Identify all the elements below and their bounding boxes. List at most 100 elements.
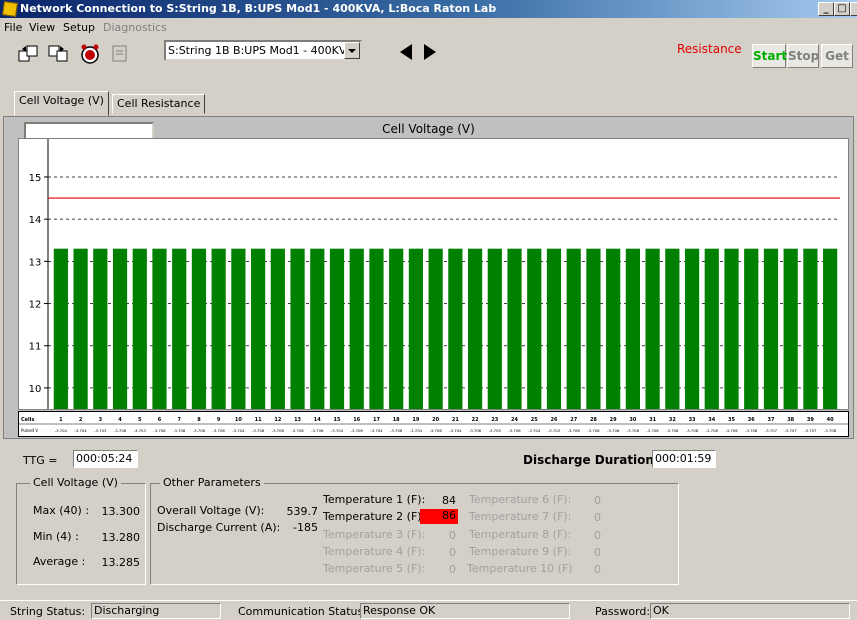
password-label: Password: xyxy=(595,605,651,618)
cell-pulsed-value: -3.703 xyxy=(548,428,561,433)
cell-number: 17 xyxy=(373,417,380,423)
string-selector[interactable]: S:String 1B B:UPS Mod1 - 400KVA L:B xyxy=(164,40,362,61)
cell-pulsed-value: -3.704 xyxy=(370,428,383,433)
password-field: OK xyxy=(650,603,850,619)
temperature-9-label: Temperature 9 (F): xyxy=(469,545,572,558)
cell-pulsed-value: -3.707 xyxy=(804,428,817,433)
voltage-bar xyxy=(803,248,818,409)
cell-pulsed-value: -3.706 xyxy=(390,428,403,433)
cell-number: 30 xyxy=(629,417,636,423)
y-tick-label: 11 xyxy=(29,342,42,353)
close-button[interactable] xyxy=(850,2,857,16)
cell-number: 11 xyxy=(255,417,262,423)
previous-arrow-icon[interactable] xyxy=(398,42,416,62)
voltage-bar xyxy=(231,248,246,409)
cell-pulsed-value: -3.704 xyxy=(55,428,68,433)
cell-pulsed-value: -3.706 xyxy=(272,428,285,433)
voltage-bar xyxy=(408,248,424,409)
cell-number: 23 xyxy=(491,417,498,423)
menu-bar: File View Setup Diagnostics xyxy=(0,18,857,36)
cell-number: 18 xyxy=(393,417,400,423)
menu-file[interactable]: File xyxy=(4,21,22,34)
tab-cell-resistance[interactable]: Cell Resistance xyxy=(112,94,206,114)
cell-pulsed-value: -3.704 xyxy=(528,428,541,433)
overall-voltage-label: Overall Voltage (V): xyxy=(157,504,265,517)
temperature-4-label: Temperature 4 (F): xyxy=(323,545,426,558)
voltage-bar xyxy=(744,248,759,409)
cell-number: 5 xyxy=(138,417,142,423)
cell-number: 39 xyxy=(807,417,814,423)
cell-number: 10 xyxy=(235,417,242,423)
maximize-button[interactable]: □ xyxy=(834,2,850,16)
alarm-clock-icon[interactable] xyxy=(78,42,100,64)
chevron-down-icon[interactable] xyxy=(344,42,360,59)
cell-number: 29 xyxy=(610,417,617,423)
cell-pulsed-value: -3.703 xyxy=(134,428,147,433)
cell-pulsed-value: -3.704 xyxy=(331,428,344,433)
cell-pulsed-value: -3.708 xyxy=(745,428,758,433)
temperature-10-label: Temperature 10 (F) xyxy=(467,562,573,575)
other-parameters-group-title: Other Parameters xyxy=(160,476,264,489)
voltage-bar xyxy=(112,248,128,409)
cell-number: 24 xyxy=(511,417,518,423)
communication-status-label: Communication Status: xyxy=(238,605,367,618)
string-status-field: Discharging xyxy=(91,603,221,619)
temperature-1-label: Temperature 1 (F): xyxy=(323,493,426,506)
voltage-bar xyxy=(586,248,601,409)
cell-number: 14 xyxy=(314,417,321,423)
cell-number: 8 xyxy=(197,417,201,423)
cell-pulsed-value: -3.706 xyxy=(646,428,659,433)
report-icon[interactable] xyxy=(108,42,130,64)
next-arrow-icon[interactable] xyxy=(420,42,438,62)
temperature-1-value: 84 xyxy=(442,494,456,507)
start-button[interactable]: Start xyxy=(752,44,787,68)
minimize-button[interactable]: _ xyxy=(818,2,834,16)
voltage-bar xyxy=(310,248,325,409)
voltage-bar xyxy=(487,248,502,409)
menu-diagnostics[interactable]: Diagnostics xyxy=(103,21,167,34)
temperature-6-value: 0 xyxy=(594,494,601,507)
cell-pulsed-value: -3.706 xyxy=(607,428,620,433)
voltage-bar xyxy=(724,248,739,409)
cell-voltage-group-title: Cell Voltage (V) xyxy=(30,476,121,489)
tab-cell-voltage[interactable]: Cell Voltage (V) xyxy=(14,91,109,116)
discharge-duration-label: Discharge Duration: xyxy=(523,453,659,467)
discharge-current-label: Discharge Current (A): xyxy=(157,521,281,534)
y-tick-label: 14 xyxy=(29,215,42,226)
voltage-bar xyxy=(73,248,88,409)
connect-icon[interactable] xyxy=(16,42,38,64)
voltage-bar xyxy=(251,248,266,409)
cell-number: 7 xyxy=(177,417,181,423)
max-value: 13.300 xyxy=(101,505,141,518)
temperature-7-value: 0 xyxy=(594,511,601,524)
menu-setup[interactable]: Setup xyxy=(63,21,95,34)
cell-number: 13 xyxy=(294,417,301,423)
cell-number: 37 xyxy=(767,417,774,423)
menu-view[interactable]: View xyxy=(29,21,55,34)
temperature-2-label: Temperature 2 (F): xyxy=(323,510,426,523)
voltage-bar xyxy=(783,248,798,409)
get-button[interactable]: Get xyxy=(821,44,853,68)
temperature-2-value: 86 xyxy=(420,509,458,524)
voltage-bar xyxy=(53,248,68,409)
voltage-chart: 10 11 12 13 14 15 xyxy=(18,138,849,410)
cell-number: 26 xyxy=(551,417,558,423)
voltage-bar xyxy=(211,248,226,409)
min-label: Min (4) : xyxy=(33,530,79,543)
max-label: Max (40) : xyxy=(33,504,90,517)
cell-number: 15 xyxy=(334,417,341,423)
voltage-bar xyxy=(152,248,167,409)
disconnect-icon[interactable] xyxy=(46,42,68,64)
voltage-bar xyxy=(428,248,443,409)
voltage-bar xyxy=(290,248,305,409)
voltage-bar xyxy=(606,248,621,409)
voltage-bar xyxy=(172,248,187,409)
cell-pulsed-value: -3.708 xyxy=(153,428,166,433)
discharge-duration-field: 000:01:59 xyxy=(652,450,716,468)
voltage-bar xyxy=(704,248,719,409)
stop-button[interactable]: Stop xyxy=(787,44,819,68)
voltage-bar xyxy=(270,248,285,409)
voltage-bar xyxy=(823,248,838,409)
cell-pulsed-value: -3.706 xyxy=(430,428,443,433)
cell-number: 33 xyxy=(689,417,696,423)
